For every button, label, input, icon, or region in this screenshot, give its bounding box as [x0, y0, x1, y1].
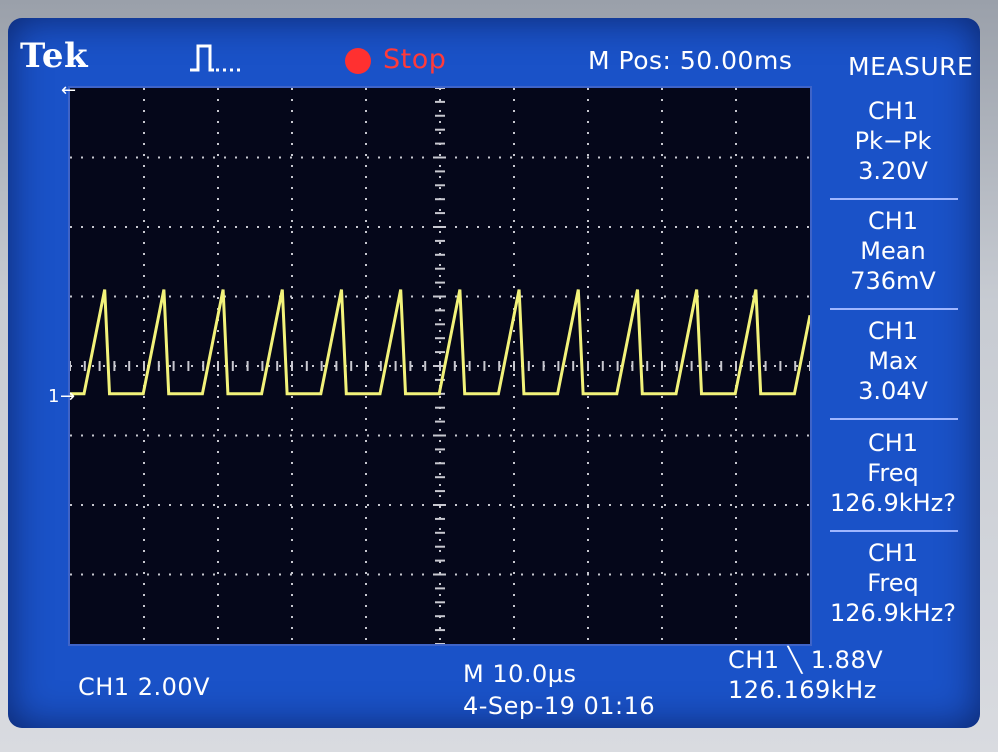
stop-indicator-icon [345, 48, 371, 74]
main-position-readout: M Pos: 50.00ms [588, 46, 793, 75]
pulse-trigger-icon [190, 44, 244, 72]
measurement-type: Max [868, 347, 918, 375]
oscilloscope-screen: Tek Stop M Pos: 50.00ms MEASURE ← 1→ CH1… [8, 18, 980, 728]
waveform-graticule [68, 86, 812, 646]
measurement-value: 3.04V [858, 377, 928, 405]
measurement-separator [830, 530, 958, 532]
measurement-value: 3.20V [858, 157, 928, 185]
measurement-3[interactable]: CH1 Max 3.04V [828, 316, 958, 406]
timebase-readout: M 10.0µs [463, 660, 577, 688]
trigger-level-readout: CH1 ╲ 1.88V [728, 646, 884, 674]
measurement-separator [830, 418, 958, 420]
measurement-2[interactable]: CH1 Mean 736mV [828, 206, 958, 296]
measurement-type: Pk−Pk [854, 127, 932, 155]
run-status: Stop [383, 44, 447, 75]
measurement-1[interactable]: CH1 Pk−Pk 3.20V [828, 96, 958, 186]
measurement-channel: CH1 [867, 429, 919, 457]
measurement-4[interactable]: CH1 Freq 126.9kHz? [828, 428, 958, 518]
measurement-type: Freq [867, 569, 919, 597]
measurement-separator [830, 308, 958, 310]
measurement-type: Freq [867, 459, 919, 487]
measurement-channel: CH1 [867, 317, 919, 345]
graticule-svg [70, 88, 810, 644]
measure-menu-title: MEASURE [848, 52, 974, 81]
measurement-channel: CH1 [867, 207, 919, 235]
measurement-value: 126.9kHz? [830, 599, 956, 627]
measurement-separator [830, 198, 958, 200]
measurement-5[interactable]: CH1 Freq 126.9kHz? [828, 538, 958, 628]
measurement-type: Mean [860, 237, 926, 265]
channel-scale-readout: CH1 2.00V [78, 673, 211, 701]
measurement-channel: CH1 [867, 539, 919, 567]
trigger-position-marker: ← [61, 80, 77, 101]
date-time-readout: 4-Sep-19 01:16 [463, 692, 656, 720]
ch1-ground-marker: 1→ [48, 386, 76, 407]
measurement-value: 736mV [850, 267, 936, 295]
measurement-value: 126.9kHz? [830, 489, 956, 517]
trigger-frequency-readout: 126.169kHz [728, 676, 877, 704]
measurement-channel: CH1 [867, 97, 919, 125]
brand-logo: Tek [20, 36, 89, 76]
